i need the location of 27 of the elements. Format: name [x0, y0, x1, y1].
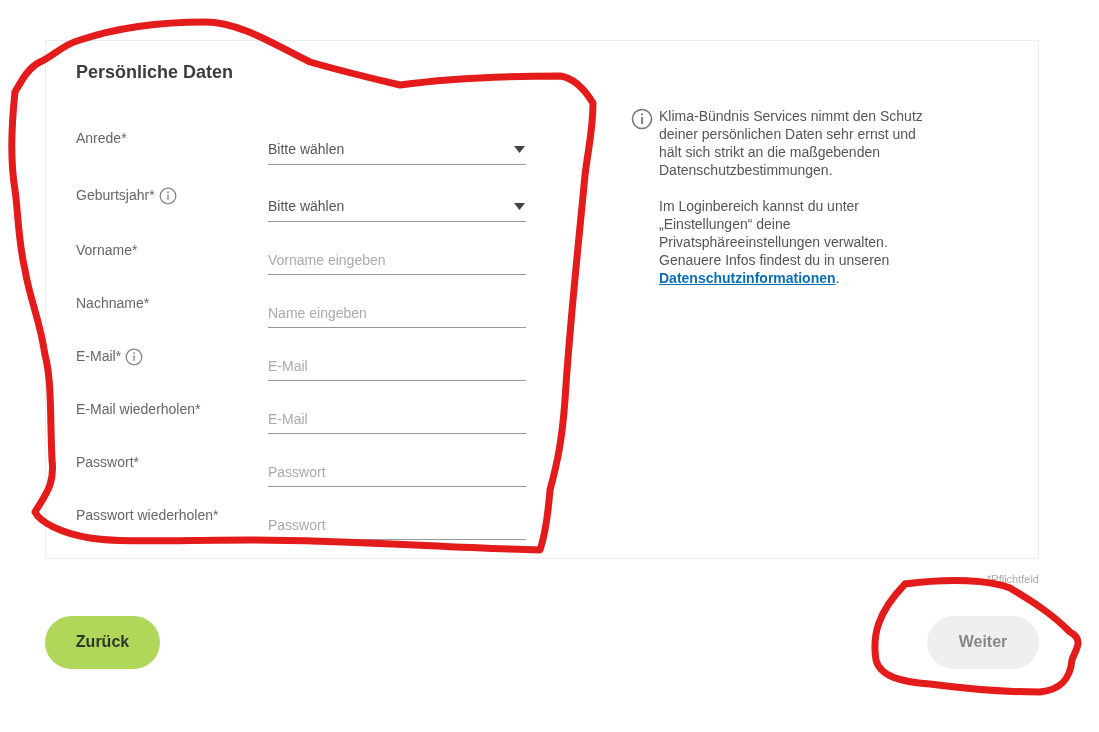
select-field[interactable]: Bitte wählen	[268, 135, 526, 165]
privacy-paragraph: Klima-Bündnis Services nimmt den Schutz deiner persönlichen Daten sehr ernst und hält sich strikt an die maßgebenden Datenschutzbestimmungen.	[659, 107, 924, 179]
field-label: Passwort*	[76, 453, 140, 472]
input-field[interactable]: E-Mail	[268, 351, 526, 381]
info-icon	[631, 108, 653, 130]
select-field[interactable]: Bitte wählen	[268, 192, 526, 222]
input-field[interactable]: E-Mail	[268, 404, 526, 434]
input-field[interactable]: Passwort	[268, 510, 526, 540]
section-title: Persönliche Daten	[76, 61, 235, 84]
required-note: *Pflichtfeld	[987, 572, 1039, 587]
field-label: Passwort wiederholen*	[76, 506, 219, 525]
field-label: Vorname*	[76, 241, 138, 260]
field-label: Nachname*	[76, 294, 150, 313]
input-field[interactable]: Passwort	[268, 457, 526, 487]
info-icon[interactable]	[158, 186, 177, 205]
caret-icon	[514, 146, 525, 153]
privacy-link[interactable]: Datenschutzinformationen	[659, 270, 836, 286]
caret-icon	[514, 203, 525, 210]
field-label: Geburtsjahr*	[76, 186, 155, 205]
field-label: E-Mail wiederholen*	[76, 400, 201, 419]
field-label: Anrede*	[76, 129, 127, 148]
input-field[interactable]: Vorname eingeben	[268, 245, 526, 275]
back-button[interactable]: Zurück	[45, 615, 160, 669]
info-icon[interactable]	[125, 347, 144, 366]
field-label: E-Mail*	[76, 347, 122, 366]
privacy-paragraph: Im Loginbereich kannst du unter „Einstellungen“ deine Privatsphäreeinstellungen verwalten. Genauere Infos findest du in unseren Datenschutzinformationen.	[659, 197, 891, 287]
input-field[interactable]: Name eingeben	[268, 298, 526, 328]
